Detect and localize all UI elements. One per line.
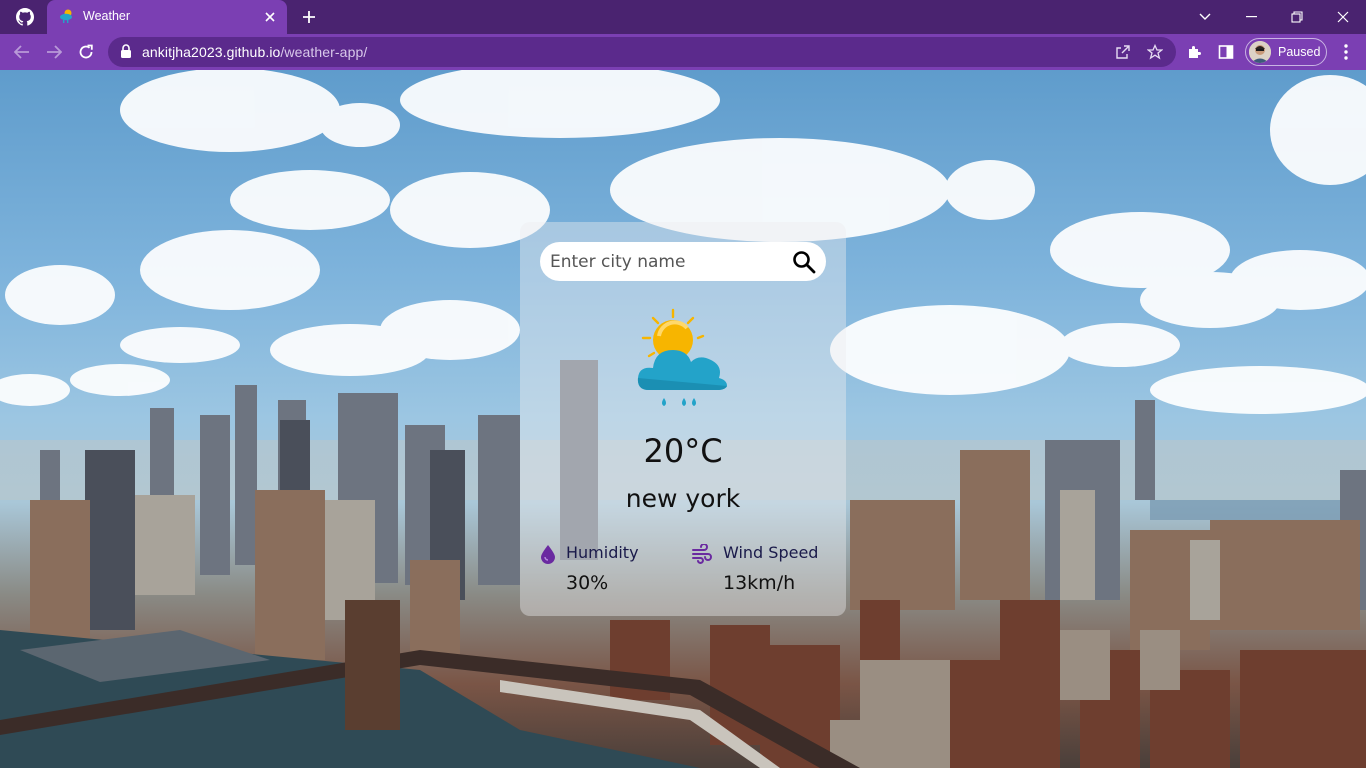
sun-cloud-rain-icon [637, 308, 727, 406]
close-window-icon[interactable] [1320, 0, 1366, 34]
more-icon[interactable] [1336, 42, 1356, 62]
plus-icon[interactable] [298, 6, 320, 28]
sidepanel-icon[interactable] [1216, 42, 1236, 62]
tab-weather[interactable]: Weather [47, 0, 287, 34]
tab-strip: Weather [0, 0, 1366, 34]
address-bar[interactable]: ankitjha2023.github.io/weather-app/ [108, 37, 1176, 67]
reload-icon[interactable] [74, 41, 98, 63]
search-bar [540, 242, 826, 281]
search-icon[interactable] [790, 248, 818, 276]
github-icon[interactable] [14, 6, 36, 28]
url-host: ankitjha2023.github.io [142, 44, 281, 60]
wind-value: 13km/h [723, 572, 796, 594]
puzzle-icon[interactable] [1184, 42, 1204, 62]
close-icon[interactable] [261, 8, 279, 26]
humidity-drop-icon [541, 545, 555, 564]
browser-toolbar: ankitjha2023.github.io/weather-app/ Paus… [0, 34, 1366, 70]
restore-icon[interactable] [1274, 0, 1320, 34]
minimize-icon[interactable] [1228, 0, 1274, 34]
star-icon[interactable] [1146, 43, 1164, 61]
url-path: /weather-app/ [280, 44, 368, 60]
wind-label: Wind Speed [723, 543, 819, 562]
wind-icon [692, 544, 712, 564]
share-icon[interactable] [1114, 43, 1132, 61]
humidity-value: 30% [566, 572, 609, 594]
page-viewport: 20°C new york Humidity 30% Wind Speed 13… [0, 70, 1366, 768]
temperature: 20°C [643, 432, 723, 470]
city-search-input[interactable] [550, 246, 780, 277]
profile-status: Paused [1278, 45, 1321, 59]
back-icon[interactable] [10, 41, 34, 63]
chevron-down-icon[interactable] [1182, 0, 1228, 34]
humidity-label: Humidity [566, 543, 639, 562]
forward-icon[interactable] [42, 41, 66, 63]
profile-button[interactable]: Paused [1245, 38, 1327, 66]
weather-card: 20°C new york Humidity 30% Wind Speed 13… [520, 222, 846, 616]
tab-title: Weather [83, 9, 131, 23]
city-name: new york [625, 484, 741, 513]
url-text[interactable]: ankitjha2023.github.io/weather-app/ [142, 44, 367, 60]
lock-icon[interactable] [120, 44, 132, 63]
weather-favicon-icon [59, 8, 75, 24]
avatar [1249, 41, 1271, 63]
